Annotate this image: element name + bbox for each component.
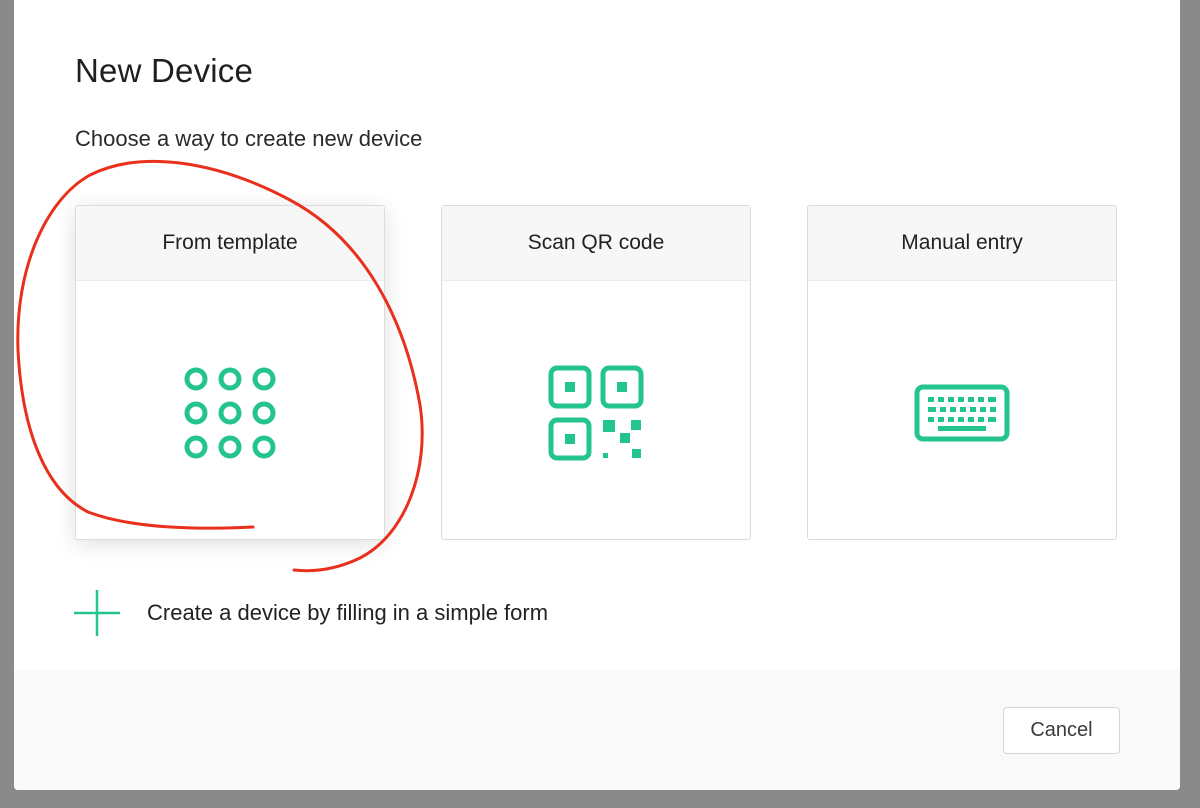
plus-icon bbox=[74, 590, 120, 636]
option-card-manual-entry[interactable]: Manual entry bbox=[807, 205, 1117, 540]
option-card-from-template[interactable]: From template bbox=[75, 205, 385, 540]
grid-dots-icon bbox=[76, 280, 384, 539]
option-card-header: Scan QR code bbox=[442, 206, 750, 281]
option-card-scan-qr[interactable]: Scan QR code bbox=[441, 205, 751, 540]
dialog-footer: Cancel bbox=[14, 670, 1180, 790]
create-by-form-label: Create a device by filling in a simple f… bbox=[147, 600, 549, 625]
create-by-form-link[interactable]: Create a device by filling in a simple f… bbox=[74, 590, 548, 636]
new-device-dialog: New Device Choose a way to create new de… bbox=[14, 0, 1180, 790]
keyboard-icon bbox=[808, 280, 1116, 539]
dialog-subtitle: Choose a way to create new device bbox=[75, 126, 423, 151]
qr-code-icon bbox=[442, 280, 750, 539]
dialog-title: New Device bbox=[75, 52, 254, 89]
option-card-label: Scan QR code bbox=[527, 231, 665, 254]
option-card-label: From template bbox=[162, 231, 298, 254]
option-card-header: Manual entry bbox=[808, 206, 1116, 281]
option-card-label: Manual entry bbox=[901, 231, 1023, 254]
cancel-button[interactable]: Cancel bbox=[1003, 707, 1120, 754]
option-card-header: From template bbox=[76, 206, 384, 281]
